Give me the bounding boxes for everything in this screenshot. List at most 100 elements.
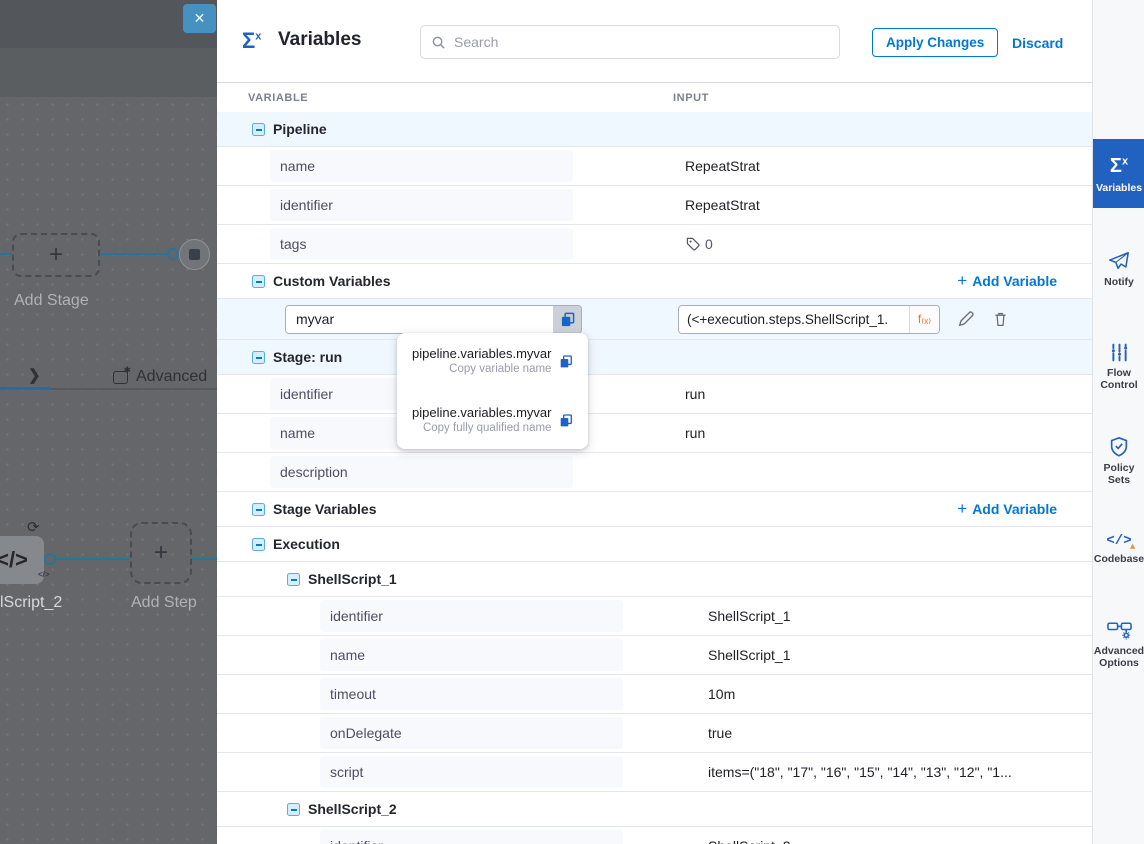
plus-icon: + — [49, 241, 63, 269]
variable-value: run — [685, 386, 705, 402]
node-port-icon — [167, 248, 179, 260]
close-icon: ✕ — [194, 10, 206, 27]
variables-drawer: Σx Variables Apply Changes Discard VARIA… — [217, 0, 1092, 844]
add-step-node[interactable]: + — [130, 522, 192, 584]
nav-label: Variables — [1096, 182, 1142, 194]
collapse-icon[interactable] — [252, 538, 265, 551]
tab-advanced[interactable]: Advanced — [113, 368, 207, 386]
variable-name-chip: name — [270, 150, 573, 182]
copy-option-caption: Copy variable name — [412, 362, 551, 377]
collapse-icon[interactable] — [287, 573, 300, 586]
paper-plane-icon — [1107, 250, 1131, 272]
section-row-stage-run[interactable]: Stage: run — [217, 340, 1092, 375]
copy-icon — [560, 312, 575, 327]
apply-changes-button[interactable]: Apply Changes — [872, 28, 998, 57]
variable-name-chip: tags — [270, 228, 573, 260]
nav-item-notify[interactable]: Notify — [1093, 250, 1144, 288]
variable-value: 10m — [708, 686, 735, 702]
plus-icon: + — [957, 271, 967, 291]
expression-fx-badge[interactable]: f₍ₓ₎ — [909, 306, 939, 333]
copy-fully-qualified-name-option[interactable]: pipeline.variables.myvar Copy fully qual… — [412, 405, 573, 436]
table-row: timeout 10m — [217, 675, 1092, 714]
variable-name-chip: onDelegate — [320, 717, 623, 749]
flowchart-gear-icon — [1107, 620, 1132, 641]
mini-code-icon: </> — [38, 570, 50, 579]
copy-icon[interactable] — [559, 412, 573, 429]
delete-variable-button[interactable] — [992, 310, 1009, 328]
copy-variable-name-option[interactable]: pipeline.variables.myvar Copy variable n… — [412, 346, 573, 377]
add-stage-node[interactable]: + — [12, 233, 100, 277]
section-label: Stage: run — [273, 349, 342, 365]
add-stage-label: Add Stage — [14, 292, 89, 310]
copy-button[interactable] — [553, 306, 581, 333]
nav-item-flow-control[interactable]: Flow Control — [1093, 342, 1144, 391]
section-row-pipeline[interactable]: Pipeline — [217, 112, 1092, 147]
collapse-icon[interactable] — [287, 803, 300, 816]
table-row: identifier ShellScript_1 — [217, 597, 1092, 636]
chevron-right-icon[interactable]: ❯ — [28, 366, 41, 384]
close-drawer-button[interactable]: ✕ — [183, 4, 216, 33]
section-label: Execution — [273, 536, 340, 552]
warning-icon: ▲ — [1128, 542, 1138, 551]
variable-name-chip: description — [270, 456, 573, 488]
nav-label: Notify — [1104, 276, 1134, 288]
loop-strategy-icon: ⟳ — [27, 518, 40, 536]
variable-value-input[interactable] — [679, 306, 909, 333]
canvas-dot-grid — [0, 97, 217, 844]
variable-value: ShellScript_2 — [708, 838, 791, 844]
tags-count: 0 — [705, 236, 713, 252]
node-port-icon — [44, 553, 56, 565]
section-row-shellscript-2[interactable]: ShellScript_2 — [217, 792, 1092, 827]
nav-label: Flow Control — [1093, 367, 1144, 391]
variable-name-chip: identifier — [320, 830, 623, 844]
plus-icon: + — [957, 499, 967, 519]
advanced-tab-label: Advanced — [136, 368, 207, 386]
table-row: identifier ShellScript_2 — [217, 827, 1092, 844]
add-variable-button[interactable]: + Add Variable — [957, 499, 1057, 519]
section-label: Custom Variables — [273, 273, 391, 289]
section-label: Stage Variables — [273, 501, 377, 517]
variable-name-input[interactable] — [286, 306, 553, 333]
variable-name-chip: identifier — [270, 189, 573, 221]
edit-variable-button[interactable] — [957, 310, 975, 328]
section-row-execution[interactable]: Execution — [217, 527, 1092, 562]
table-row: tags 0 — [217, 225, 1092, 264]
right-nav-sidebar: Σx Variables Notify Flow Control Policy … — [1092, 0, 1144, 844]
plus-icon: + — [154, 539, 168, 567]
search-icon — [431, 35, 446, 50]
nav-item-codebase[interactable]: </>▲ Codebase — [1093, 533, 1144, 565]
code-icon: </> — [0, 547, 28, 573]
collapse-icon[interactable] — [252, 275, 265, 288]
section-row-custom-variables[interactable]: Custom Variables + Add Variable — [217, 264, 1092, 299]
nav-item-advanced-options[interactable]: Advanced Options — [1093, 620, 1144, 669]
section-label: Pipeline — [273, 121, 327, 137]
nav-item-variables[interactable]: Σx Variables — [1093, 139, 1144, 208]
drawer-header: Σx Variables Apply Changes Discard — [217, 0, 1092, 83]
table-row: onDelegate true — [217, 714, 1092, 753]
section-label: ShellScript_1 — [308, 571, 397, 587]
add-variable-button[interactable]: + Add Variable — [957, 271, 1057, 291]
variable-name-chip: script — [320, 756, 623, 788]
copy-icon[interactable] — [559, 353, 573, 370]
step-node-label: lScript_2 — [0, 594, 62, 612]
edge-line — [56, 558, 130, 560]
copy-option-caption: Copy fully qualified name — [412, 421, 551, 436]
search-input[interactable] — [454, 34, 829, 50]
section-row-stage-variables[interactable]: Stage Variables + Add Variable — [217, 492, 1092, 527]
collapse-icon[interactable] — [252, 503, 265, 516]
section-row-shellscript-1[interactable]: ShellScript_1 — [217, 562, 1092, 597]
edge-line — [100, 253, 170, 255]
nav-item-policy-sets[interactable]: Policy Sets — [1093, 436, 1144, 486]
collapse-icon[interactable] — [252, 351, 265, 364]
active-tab-underline — [0, 387, 50, 390]
pipeline-end-node[interactable] — [179, 239, 210, 270]
search-box[interactable] — [420, 25, 840, 59]
stop-icon — [189, 249, 200, 260]
discard-button[interactable]: Discard — [1012, 35, 1063, 51]
table-row: identifier run — [217, 375, 1092, 414]
copy-variable-popup: pipeline.variables.myvar Copy variable n… — [397, 333, 588, 449]
variable-name-chip: name — [320, 639, 623, 671]
toolbar-dimmed — [0, 48, 217, 97]
codebase-icon: </>▲ — [1106, 533, 1131, 549]
collapse-icon[interactable] — [252, 123, 265, 136]
